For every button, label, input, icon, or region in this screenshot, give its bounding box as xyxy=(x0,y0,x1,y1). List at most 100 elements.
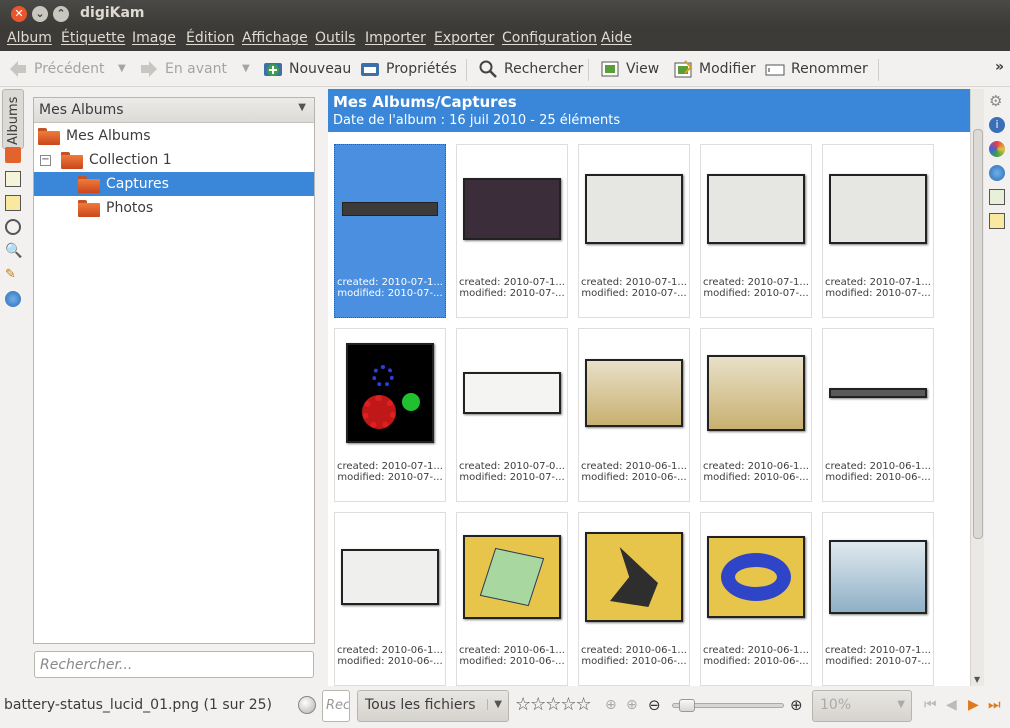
folder-icon xyxy=(38,127,60,145)
menu-edition[interactable]: Édition xyxy=(186,30,234,46)
thumbnail-item[interactable]: created: 2010-07-0... modified: 2010-07-… xyxy=(456,328,568,502)
back-dropdown[interactable]: ▼ xyxy=(118,63,126,74)
left-sidebar-tabs: Albums 🔍 ✎ xyxy=(0,87,26,687)
prev-image-icon[interactable]: ◀ xyxy=(946,697,957,713)
zoom-in-icon[interactable]: ⊕ xyxy=(790,696,803,714)
menu-importer[interactable]: Importer xyxy=(365,30,426,46)
tags-icon[interactable] xyxy=(5,171,21,187)
next-image-icon[interactable]: ▶ xyxy=(968,697,979,713)
zoom-slider[interactable] xyxy=(672,699,784,712)
thumbnail-item[interactable]: created: 2010-07-1... modified: 2010-07-… xyxy=(456,144,568,318)
tree-item-root[interactable]: Mes Albums xyxy=(38,124,151,148)
rename-button[interactable]: Renommer xyxy=(765,59,868,79)
rating-filter[interactable]: ☆☆☆☆☆ xyxy=(515,694,592,715)
menu-etiquette[interactable]: Étiquette xyxy=(61,30,125,46)
tags-edit-icon[interactable] xyxy=(989,213,1005,229)
color-icon[interactable] xyxy=(989,141,1005,157)
zoom-level-select[interactable]: 10% ▼ xyxy=(812,690,912,722)
thumbnail-scrollbar[interactable]: ▼ xyxy=(970,89,984,686)
thumbnail-item[interactable]: created: 2010-07-1... modified: 2010-07-… xyxy=(822,144,934,318)
thumbnail-item[interactable]: created: 2010-07-1... modified: 2010-07-… xyxy=(334,144,446,318)
thumbnail-item[interactable]: created: 2010-06-1... modified: 2010-06-… xyxy=(334,512,446,686)
albums-panel-header[interactable]: Mes Albums ▼ xyxy=(34,98,314,123)
thumbnail-item[interactable]: created: 2010-07-1... modified: 2010-07-… xyxy=(334,328,446,502)
collapse-icon[interactable]: − xyxy=(40,154,51,166)
edit-icon xyxy=(674,60,693,78)
arrow-left-icon xyxy=(10,61,26,77)
menu-affichage[interactable]: Affichage xyxy=(242,30,308,46)
arrow-right-icon xyxy=(141,61,157,77)
thumbnail-image xyxy=(341,529,439,625)
thumbnail-item[interactable]: created: 2010-06-1... modified: 2010-06-… xyxy=(822,328,934,502)
thumbnail-item[interactable]: created: 2010-06-1... modified: 2010-06-… xyxy=(456,512,568,686)
tab-albums[interactable]: Albums xyxy=(2,89,24,149)
zoom-fit-icon[interactable]: ⊕ xyxy=(605,697,617,713)
menu-aide[interactable]: Aide xyxy=(601,30,632,46)
zoom-slider-handle[interactable] xyxy=(679,699,695,712)
gear-icon[interactable]: ⚙ xyxy=(989,93,1005,109)
zoom-actual-icon[interactable]: ⊕ xyxy=(626,697,638,713)
properties-button[interactable]: Propriétés xyxy=(360,59,457,79)
albums-panel: Mes Albums ▼ Mes Albums − Collection 1 C… xyxy=(33,97,315,644)
toolbar-separator xyxy=(588,59,589,81)
last-image-icon[interactable]: ⏭ xyxy=(988,697,1001,713)
thumbnail-image xyxy=(585,345,683,441)
folder-icon xyxy=(78,175,100,193)
tree-item-captures[interactable]: Captures xyxy=(34,172,314,196)
more-button[interactable]: » xyxy=(995,59,1004,75)
first-image-icon[interactable]: ⏮ xyxy=(924,697,937,713)
timeline-icon[interactable] xyxy=(5,219,21,235)
forward-button[interactable]: En avant xyxy=(139,59,227,79)
geolocation-icon[interactable] xyxy=(989,165,1005,181)
scrollbar-thumb[interactable] xyxy=(973,129,983,539)
menu-image[interactable]: Image xyxy=(132,30,176,46)
fuzzy-search-icon[interactable]: ✎ xyxy=(5,267,21,283)
menu-album[interactable]: Album xyxy=(7,30,52,46)
thumbnail-item[interactable]: created: 2010-06-1... modified: 2010-06-… xyxy=(578,512,690,686)
menu-exporter[interactable]: Exporter xyxy=(434,30,494,46)
thumbnail-item[interactable]: created: 2010-06-1... modified: 2010-06-… xyxy=(700,328,812,502)
search-button[interactable]: Rechercher xyxy=(478,59,583,79)
thumbnail-image xyxy=(585,529,683,625)
edit-button[interactable]: Modifier xyxy=(673,59,756,79)
chevron-down-icon[interactable]: ▼ xyxy=(298,102,306,113)
menu-outils[interactable]: Outils xyxy=(315,30,355,46)
thumbnail-item[interactable]: created: 2010-07-1... modified: 2010-07-… xyxy=(578,144,690,318)
folder-icon xyxy=(78,199,100,217)
tree-item-photos[interactable]: Photos xyxy=(78,196,153,220)
new-album-button[interactable]: Nouveau xyxy=(263,59,351,79)
forward-dropdown[interactable]: ▼ xyxy=(242,63,250,74)
view-button[interactable]: View xyxy=(600,59,659,79)
close-icon[interactable]: ✕ xyxy=(11,6,27,22)
thumbnail-item[interactable]: created: 2010-06-1... modified: 2010-06-… xyxy=(578,328,690,502)
chevron-down-icon: ▼ xyxy=(897,699,905,710)
view-icon xyxy=(601,61,619,77)
album-search-input[interactable]: Rechercher... xyxy=(34,651,314,678)
search-icon[interactable]: 🔍 xyxy=(5,243,22,259)
thumbnail-image xyxy=(829,529,927,625)
albums-folder-icon[interactable] xyxy=(5,147,21,163)
calendar-icon[interactable] xyxy=(5,195,21,211)
tree-item-collection[interactable]: − Collection 1 xyxy=(40,148,172,172)
album-header: Mes Albums/Captures Date de l'album : 16… xyxy=(328,89,970,132)
menu-configuration[interactable]: Configuration xyxy=(502,30,597,46)
status-indicator-icon xyxy=(298,696,316,714)
thumbnail-item[interactable]: created: 2010-07-1... modified: 2010-07-… xyxy=(822,512,934,686)
album-title: Mes Albums/Captures xyxy=(333,93,517,111)
right-sidebar-tabs: ⚙ i xyxy=(985,87,1010,687)
maximize-icon[interactable]: ⌃ xyxy=(53,6,69,22)
thumbnail-item[interactable]: created: 2010-07-1... modified: 2010-07-… xyxy=(700,144,812,318)
solid-shape xyxy=(610,547,658,607)
map-search-icon[interactable] xyxy=(5,291,21,307)
thumbnail-item[interactable]: created: 2010-06-1... modified: 2010-06-… xyxy=(700,512,812,686)
zoom-out-icon[interactable]: ⊖ xyxy=(648,696,661,714)
filter-input[interactable]: Rec xyxy=(322,690,350,722)
minimize-icon[interactable]: ⌄ xyxy=(32,6,48,22)
thumbnail-image xyxy=(341,343,439,443)
info-icon[interactable]: i xyxy=(989,117,1005,133)
back-button[interactable]: Précédent xyxy=(8,59,104,79)
versions-icon[interactable] xyxy=(989,189,1005,205)
filetype-select[interactable]: Tous les fichiers ▼ xyxy=(357,690,509,722)
scroll-down-icon[interactable]: ▼ xyxy=(974,675,980,684)
thumbnail-image xyxy=(463,161,561,257)
